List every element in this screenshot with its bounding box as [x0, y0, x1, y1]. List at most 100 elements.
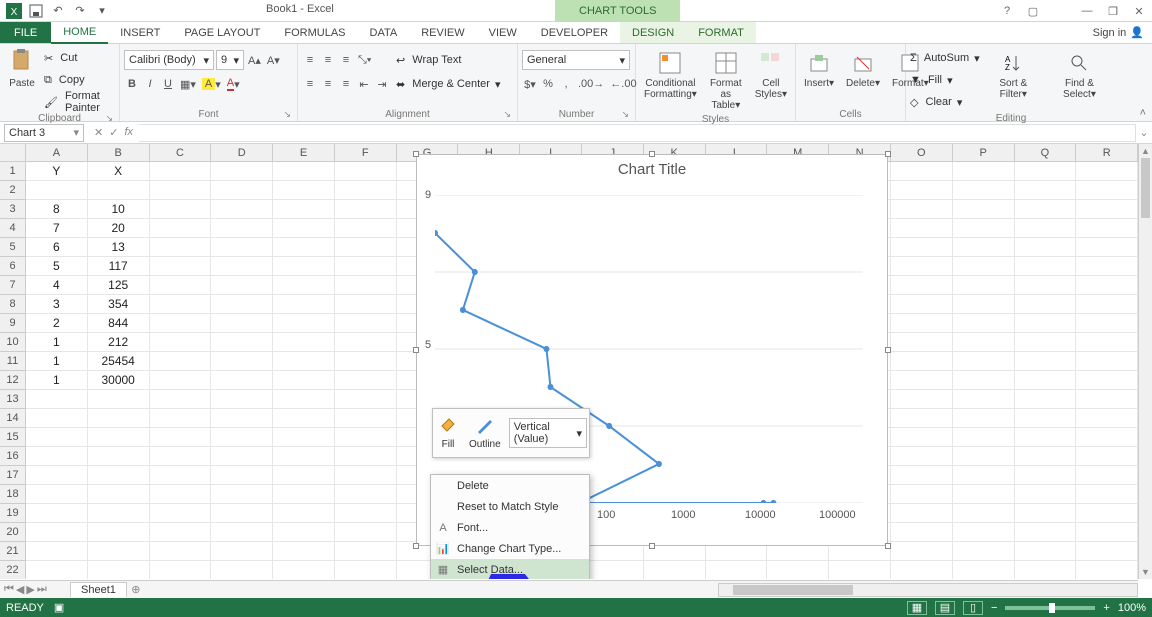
column-header[interactable]: R	[1076, 144, 1138, 161]
cell[interactable]	[1076, 428, 1138, 447]
cell[interactable]	[211, 219, 273, 238]
worksheet-grid[interactable]: ABCDEFGHIJKLMNOPQR 123456789101112131415…	[0, 144, 1152, 579]
horizontal-scrollbar[interactable]	[718, 583, 1138, 597]
cell[interactable]	[644, 561, 706, 579]
cell[interactable]	[582, 561, 644, 579]
cell[interactable]	[335, 409, 397, 428]
cell[interactable]	[706, 561, 768, 579]
macro-record-icon[interactable]: ▣	[54, 601, 64, 614]
cell[interactable]	[26, 504, 88, 523]
cell[interactable]	[1076, 200, 1138, 219]
cell[interactable]	[150, 447, 212, 466]
cell[interactable]	[891, 333, 953, 352]
cell[interactable]	[150, 276, 212, 295]
resize-handle[interactable]	[649, 151, 655, 157]
cell[interactable]	[335, 466, 397, 485]
cell[interactable]	[891, 485, 953, 504]
cell[interactable]	[1076, 238, 1138, 257]
cell[interactable]	[891, 523, 953, 542]
cell[interactable]	[273, 314, 335, 333]
cell[interactable]	[26, 181, 88, 200]
cell[interactable]: 10	[88, 200, 150, 219]
cell[interactable]	[891, 200, 953, 219]
tab-formulas[interactable]: FORMULAS	[272, 22, 357, 43]
sheet-nav-prev-icon[interactable]: ◀	[16, 583, 24, 596]
cell[interactable]	[273, 542, 335, 561]
cell[interactable]	[891, 276, 953, 295]
comma-format-icon[interactable]: ,	[558, 75, 574, 93]
cell[interactable]	[150, 200, 212, 219]
save-icon[interactable]	[28, 3, 44, 19]
cell[interactable]	[273, 485, 335, 504]
cell[interactable]	[1015, 162, 1077, 181]
cell[interactable]	[273, 295, 335, 314]
cell[interactable]	[273, 409, 335, 428]
merge-center-button[interactable]: ⬌ Merge & Center ▾	[396, 74, 501, 94]
cell[interactable]	[1076, 257, 1138, 276]
cell[interactable]	[1015, 390, 1077, 409]
cell[interactable]	[26, 409, 88, 428]
zoom-in-icon[interactable]: +	[1103, 602, 1109, 614]
cell[interactable]	[953, 428, 1015, 447]
fill-button[interactable]: ▼ Fill ▾	[910, 70, 980, 90]
italic-button[interactable]: I	[142, 75, 158, 93]
cell[interactable]	[88, 390, 150, 409]
cell[interactable]	[211, 485, 273, 504]
cell[interactable]	[891, 314, 953, 333]
cancel-formula-icon[interactable]: ✕	[94, 126, 103, 139]
cell[interactable]	[953, 257, 1015, 276]
cell[interactable]	[829, 561, 891, 579]
cell[interactable]	[1076, 542, 1138, 561]
cell[interactable]	[335, 371, 397, 390]
format-painter-button[interactable]: 🖌 Format Painter	[44, 92, 115, 112]
chart-title[interactable]: Chart Title	[417, 155, 887, 184]
view-page-layout-icon[interactable]: ▤	[935, 601, 955, 615]
cell[interactable]	[26, 523, 88, 542]
column-header[interactable]: Q	[1015, 144, 1077, 161]
row-header[interactable]: 21	[0, 542, 25, 561]
cell[interactable]	[150, 523, 212, 542]
context-menu-item[interactable]: ▦Select Data...	[431, 559, 589, 579]
column-header[interactable]: O	[891, 144, 953, 161]
font-color-button[interactable]: A▾	[225, 75, 242, 93]
cell[interactable]	[150, 162, 212, 181]
zoom-slider[interactable]	[1005, 606, 1095, 610]
cell[interactable]	[335, 390, 397, 409]
accounting-format-icon[interactable]: $▾	[522, 75, 538, 93]
cell[interactable]	[1015, 238, 1077, 257]
cell[interactable]	[273, 428, 335, 447]
vertical-scrollbar[interactable]: ▲ ▼	[1138, 144, 1152, 579]
formula-input[interactable]	[139, 124, 1136, 142]
undo-icon[interactable]: ↶	[50, 3, 66, 19]
bold-button[interactable]: B	[124, 75, 140, 93]
cell[interactable]	[1015, 219, 1077, 238]
cell[interactable]	[335, 428, 397, 447]
cell[interactable]	[335, 181, 397, 200]
cell[interactable]	[273, 333, 335, 352]
tab-file[interactable]: FILE	[0, 22, 51, 43]
qat-customize-icon[interactable]: ▾	[94, 3, 110, 19]
cell[interactable]	[1076, 409, 1138, 428]
zoom-level[interactable]: 100%	[1118, 602, 1146, 614]
cell[interactable]	[953, 390, 1015, 409]
cell[interactable]	[273, 200, 335, 219]
mini-fill-button[interactable]: Fill	[435, 414, 461, 452]
cell[interactable]	[335, 333, 397, 352]
cell[interactable]	[88, 504, 150, 523]
cell[interactable]	[953, 409, 1015, 428]
cell[interactable]	[335, 257, 397, 276]
percent-format-icon[interactable]: %	[540, 75, 556, 93]
cell[interactable]	[1076, 276, 1138, 295]
align-bottom-icon[interactable]: ≡	[338, 51, 354, 69]
cell[interactable]	[26, 390, 88, 409]
cell[interactable]	[891, 162, 953, 181]
cell[interactable]: 4	[26, 276, 88, 295]
row-header[interactable]: 6	[0, 257, 25, 276]
alignment-dialog-launcher[interactable]: ↘	[503, 109, 511, 120]
sort-filter-button[interactable]: AZSort & Filter▾	[984, 46, 1043, 102]
cell[interactable]: 354	[88, 295, 150, 314]
cell[interactable]: 25454	[88, 352, 150, 371]
conditional-formatting-button[interactable]: Conditional Formatting▾	[640, 46, 701, 102]
cell[interactable]	[335, 485, 397, 504]
cell[interactable]	[1015, 352, 1077, 371]
